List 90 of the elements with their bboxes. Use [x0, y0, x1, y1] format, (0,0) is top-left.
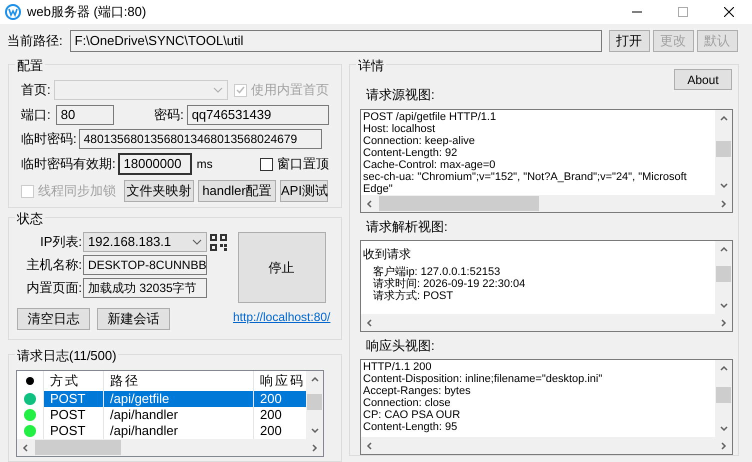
field-label: 临时密码有效期: — [21, 155, 116, 174]
scrollbar-thumb[interactable] — [307, 394, 322, 410]
field-label: IP列表: — [40, 233, 82, 252]
table-cell: /api/getfile — [103, 391, 253, 407]
text-field[interactable]: 18000000 — [118, 153, 192, 175]
scrollbar-thumb[interactable] — [379, 196, 539, 210]
chevron-down-icon — [310, 426, 320, 435]
text-area[interactable]: POST /api/getfile HTTP/1.1 Host: localhost Connection: keep-alive Content-Length: 92 Cache-Control: max-age=0 sec-ch-ua: "Chromium";v="152", "Not?A_Brand";v="24", "Microsoft Edge" — [360, 108, 733, 212]
view-label: 请求源视图: — [366, 86, 435, 104]
field-label: 当前路径: — [7, 32, 63, 50]
checkbox-label: 线程同步加锁 — [38, 182, 116, 200]
text-line: Cache-Control: max-age=0 — [363, 158, 496, 170]
checkbox-label: 使用内置首页 — [251, 81, 329, 100]
text-line: Connection: close — [363, 397, 450, 410]
text-line: 请求方式: POST — [372, 290, 454, 302]
button[interactable]: 清空日志 — [17, 308, 90, 330]
dropdown[interactable]: 192.168.183.1 — [83, 232, 207, 252]
maximize-icon — [678, 7, 688, 17]
button[interactable]: 停止 — [238, 232, 326, 303]
button[interactable]: API测试 — [280, 180, 328, 202]
scrollbar-thumb[interactable] — [716, 266, 731, 282]
text-field[interactable]: DESKTOP-8CUNNBB — [83, 255, 207, 275]
view-label: 请求解析视图: — [366, 218, 448, 236]
text-line: sec-ch-ua: "Chromium";v="152", "Not?A_Brand";v="24", "Microsoft Edge" — [363, 170, 688, 194]
text-field[interactable]: 加载成功 32035字节 — [83, 278, 207, 298]
button[interactable]: 打开 — [608, 30, 650, 52]
field-label: 密码: — [154, 106, 184, 124]
vertical-scrollbar[interactable] — [306, 371, 323, 439]
horizontal-scrollbar[interactable] — [17, 439, 323, 456]
text-line: 收到请求 — [363, 248, 411, 260]
button[interactable]: 文件夹映射 — [124, 180, 194, 202]
text-line: POST /api/getfile HTTP/1.1 — [363, 110, 496, 122]
chevron-down-icon — [718, 424, 728, 433]
text-area[interactable]: HTTP/1.1 200 Content-Disposition: inline;filename="desktop.ini" Accept-Ranges: bytes Connection: close CP: CAO PSA OUR Content-Length: 95 — [360, 359, 733, 455]
text-line: HTTP/1.1 200 — [363, 361, 432, 374]
field-label: 内置页面: — [26, 279, 82, 298]
chevron-down-icon — [718, 181, 728, 190]
text-field[interactable]: qq746531439 — [186, 105, 329, 125]
text-field[interactable]: 80 — [56, 105, 114, 125]
field-label: 临时密码: — [21, 130, 77, 148]
scrollbar-thumb[interactable] — [716, 140, 731, 157]
button[interactable]: handler配置 — [198, 180, 276, 202]
link[interactable]: http://localhost:80/ — [233, 308, 330, 326]
checkbox[interactable] — [260, 158, 273, 170]
text-line: 请求时间: 2026-09-19 22:30:04 — [372, 278, 526, 290]
text-line: Content-Disposition: inline;filename="desktop.ini" — [363, 373, 602, 386]
table-cell: POST — [43, 407, 103, 423]
field-label: 首页: — [21, 81, 51, 100]
table-cell: /api/handler — [103, 407, 253, 423]
text-area[interactable]: 收到请求 客户端ip: 127.0.0.1:52153 请求时间: 2026-09-19 22:30:04 请求方式: POST — [360, 240, 733, 332]
text-line: Connection: keep-alive — [363, 134, 475, 146]
group-title: 请求日志(11/500) — [15, 346, 118, 366]
text-line: Content-Length: 92 — [363, 146, 458, 158]
vertical-scrollbar[interactable] — [715, 110, 732, 194]
button[interactable]: About — [674, 69, 732, 90]
horizontal-scrollbar[interactable] — [361, 314, 732, 331]
chevron-up-icon — [718, 114, 728, 122]
checkmark-icon — [236, 86, 245, 94]
chevron-down-icon — [213, 87, 223, 93]
scrollbar-thumb[interactable] — [716, 387, 731, 404]
unit-label: ms — [196, 156, 213, 173]
text-field[interactable]: 48013568013568013468013568024679 — [78, 129, 322, 149]
vertical-scrollbar[interactable] — [715, 360, 732, 437]
field-label: 端口: — [21, 106, 52, 124]
text-line: CP: CAO PSA OUR — [363, 409, 460, 422]
scrollbar-thumb[interactable] — [35, 440, 121, 455]
chevron-down-icon — [718, 300, 728, 310]
checkbox-label: 窗口置顶 — [277, 155, 329, 174]
chevron-up-icon — [718, 245, 728, 254]
window-title: web服务器 (端口:80) — [27, 3, 146, 22]
chevron-up-icon — [718, 364, 728, 374]
button[interactable]: 新建会话 — [97, 308, 170, 330]
chevron-down-icon — [192, 239, 202, 245]
dropdown-value: 192.168.183.1 — [88, 233, 172, 252]
horizontal-scrollbar[interactable] — [361, 194, 732, 212]
text-field[interactable]: F:\OneDrive\SYNC\TOOL\util — [70, 30, 602, 52]
qr-code-icon — [210, 234, 227, 251]
field-label: 主机名称: — [26, 256, 82, 274]
text-line: Content-Length: 95 — [363, 421, 458, 434]
text-line: Host: localhost — [363, 122, 436, 134]
text-line: 客户端ip: 127.0.0.1:52153 — [372, 266, 500, 278]
table-row[interactable]: POST /api/handler 200 — [17, 407, 306, 423]
vertical-scrollbar[interactable] — [715, 241, 732, 314]
globe-logo-icon — [4, 3, 22, 21]
view-label: 响应头视图: — [366, 336, 435, 355]
horizontal-scrollbar[interactable] — [361, 437, 732, 454]
chevron-up-icon — [310, 375, 320, 384]
text-line: Accept-Ranges: bytes — [363, 385, 471, 398]
table-cell: POST — [43, 391, 103, 407]
close-icon — [724, 7, 734, 17]
